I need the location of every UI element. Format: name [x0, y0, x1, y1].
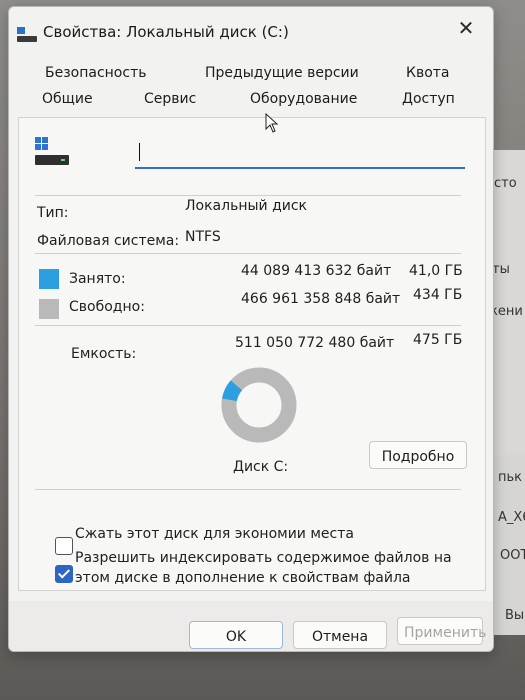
divider	[35, 253, 461, 254]
properties-dialog: Свойства: Локальный диск (C:) ✕ Безопасн…	[8, 6, 494, 652]
background-text: Вы	[505, 608, 525, 623]
divider	[35, 325, 461, 326]
apply-button[interactable]: Применить	[397, 617, 486, 645]
background-text: пьк	[498, 470, 523, 485]
donut-free-segment	[221, 367, 297, 443]
tabs-row-2: Общие Сервис Оборудование Доступ	[9, 91, 493, 113]
used-space-swatch	[39, 269, 59, 289]
volume-name-input[interactable]	[135, 139, 465, 169]
background-text: кени	[490, 304, 523, 319]
type-value: Локальный диск	[185, 198, 308, 214]
type-label: Тип:	[37, 205, 69, 221]
index-label: Разрешить индексировать содержимое файло…	[75, 550, 452, 586]
tab-security[interactable]: Безопасность	[45, 65, 146, 81]
free-space-swatch	[39, 299, 59, 319]
tab-hardware[interactable]: Оборудование	[250, 91, 357, 107]
divider	[35, 489, 461, 490]
tab-previous-versions[interactable]: Предыдущие версии	[205, 65, 359, 81]
close-button[interactable]: ✕	[455, 17, 477, 39]
capacity-size: 475 ГБ	[413, 332, 463, 348]
mouse-cursor-icon	[265, 113, 279, 133]
tab-general[interactable]: Общие	[42, 91, 93, 107]
cancel-button[interactable]: Отмена	[293, 621, 387, 649]
index-checkbox[interactable]	[55, 565, 73, 583]
free-label: Свободно:	[69, 299, 145, 315]
compress-label: Сжать этот диск для экономии места	[75, 526, 354, 542]
divider	[35, 195, 461, 196]
background-text: ООТ	[500, 548, 525, 563]
tabs-row-1: Безопасность Предыдущие версии Квота	[9, 65, 493, 87]
details-button[interactable]: Подробно	[369, 441, 467, 469]
title-bar[interactable]: Свойства: Локальный диск (C:) ✕	[9, 7, 493, 55]
disk-usage-donut	[221, 367, 297, 443]
drive-caption: Диск C:	[233, 459, 289, 475]
tab-quota[interactable]: Квота	[406, 65, 450, 81]
tab-sharing[interactable]: Доступ	[402, 91, 455, 107]
tab-tools[interactable]: Сервис	[144, 91, 196, 107]
drive-icon	[17, 27, 37, 43]
close-icon: ✕	[457, 16, 475, 40]
capacity-bytes: 511 050 772 480 байт	[235, 335, 395, 351]
hard-drive-icon	[35, 137, 69, 169]
filesystem-value: NTFS	[185, 229, 221, 245]
window-title: Свойства: Локальный диск (C:)	[43, 23, 289, 41]
background-text: A_X6	[498, 510, 525, 525]
ok-button[interactable]: OK	[189, 621, 283, 649]
free-bytes: 466 961 358 848 байт	[241, 291, 401, 307]
background-text: сто	[494, 176, 517, 191]
free-size: 434 ГБ	[413, 287, 463, 303]
compress-checkbox[interactable]	[55, 537, 73, 555]
background-text: ты	[492, 262, 510, 277]
text-caret	[139, 143, 140, 161]
capacity-label: Емкость:	[71, 346, 137, 362]
filesystem-label: Файловая система:	[37, 233, 180, 249]
used-bytes: 44 089 413 632 байт	[241, 263, 392, 279]
used-label: Занято:	[69, 271, 126, 287]
used-size: 41,0 ГБ	[409, 263, 463, 279]
